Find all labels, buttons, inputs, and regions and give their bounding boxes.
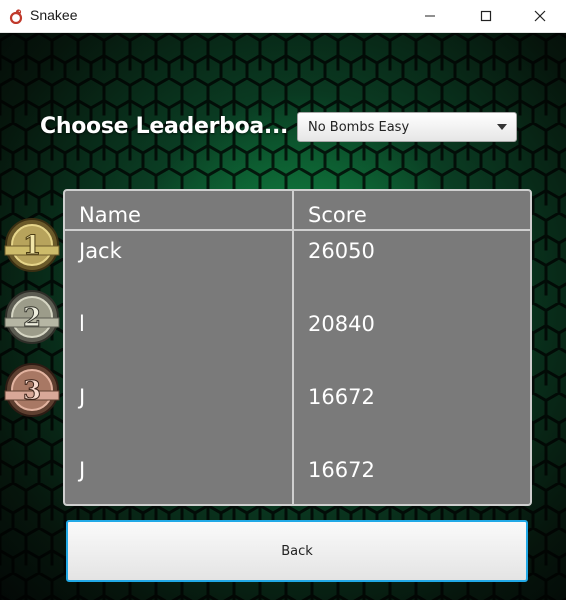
column-divider [292, 191, 294, 504]
column-header-name[interactable]: Name [79, 203, 141, 227]
snake-app-icon [9, 9, 23, 24]
app-window: Snakee Choose Leaderboa... No Bombs Easy [0, 0, 566, 600]
silver-medal-icon: 2 [4, 290, 60, 344]
medal-1-label: 1 [23, 231, 41, 261]
medal-3-label: 3 [23, 376, 41, 406]
leaderboard-heading: Choose Leaderboa... [40, 114, 289, 139]
difficulty-dropdown[interactable]: No Bombs Easy [297, 112, 517, 142]
leaderboard-screen: Choose Leaderboa... No Bombs Easy 1 2 3 [0, 33, 566, 600]
column-header-score[interactable]: Score [308, 203, 367, 227]
chevron-down-icon [497, 124, 507, 130]
row-1-name[interactable]: Jack [79, 239, 122, 263]
header-divider [65, 229, 530, 231]
row-2-name[interactable]: l [79, 312, 85, 336]
medal-2-label: 2 [23, 303, 41, 333]
close-icon [534, 10, 546, 22]
row-3-name[interactable]: J [79, 385, 85, 409]
row-4-score[interactable]: 16672 [308, 458, 375, 482]
window-title: Snakee [30, 7, 78, 23]
leaderboard-table[interactable]: Name Score Jack 26050 l 20840 J 16672 J … [63, 189, 532, 506]
back-button[interactable]: Back [66, 520, 528, 582]
dropdown-value: No Bombs Easy [308, 120, 410, 135]
minimize-button[interactable] [402, 0, 458, 32]
bronze-medal-icon: 3 [4, 363, 60, 417]
title-bar: Snakee [0, 0, 566, 33]
row-1-score[interactable]: 26050 [308, 239, 375, 263]
row-4-name[interactable]: J [79, 458, 85, 482]
close-button[interactable] [514, 0, 566, 32]
maximize-button[interactable] [458, 0, 514, 32]
minimize-icon [425, 15, 435, 17]
row-2-score[interactable]: 20840 [308, 312, 375, 336]
gold-medal-icon: 1 [4, 218, 60, 272]
maximize-icon [480, 10, 492, 22]
row-3-score[interactable]: 16672 [308, 385, 375, 409]
